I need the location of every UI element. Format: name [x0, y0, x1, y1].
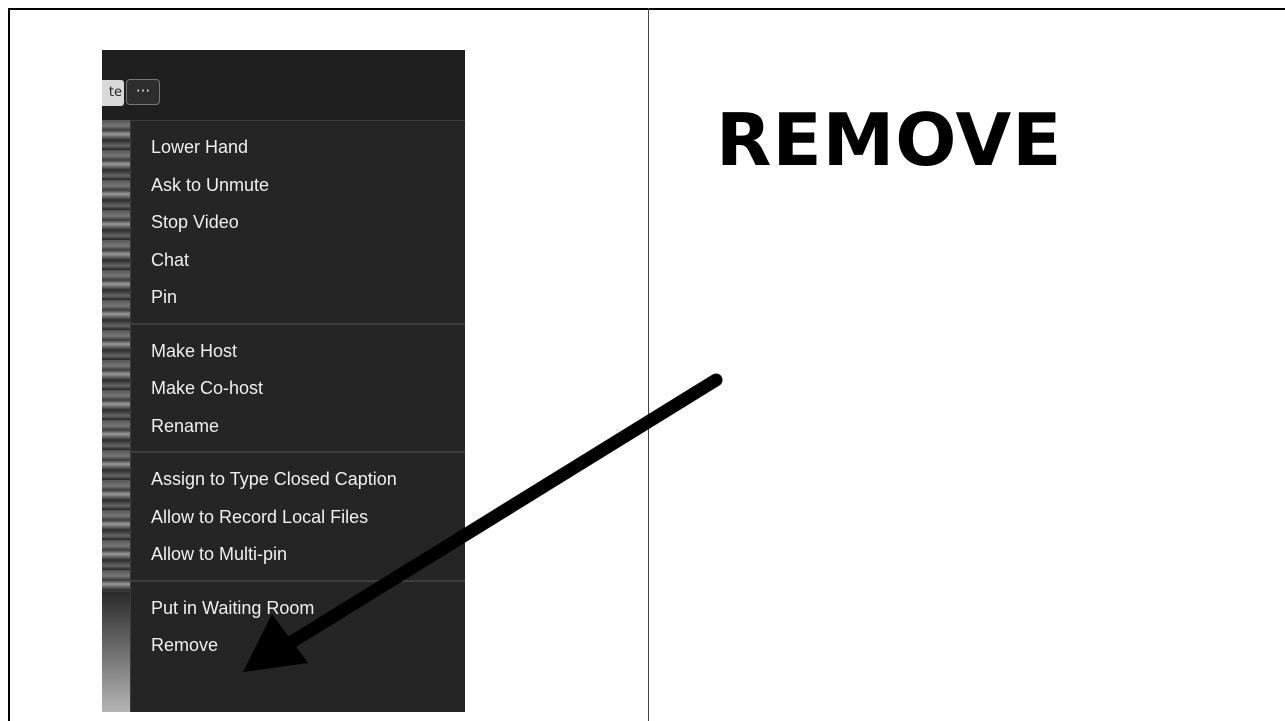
menu-group-general: Lower Hand Ask to Unmute Stop Video Chat… [131, 121, 465, 325]
menu-item-make-co-host[interactable]: Make Co-host [131, 370, 465, 408]
menu-item-remove[interactable]: Remove [131, 627, 465, 665]
bookshelf-video-background [102, 120, 132, 712]
menu-item-chat[interactable]: Chat [131, 242, 465, 280]
menu-item-stop-video[interactable]: Stop Video [131, 204, 465, 242]
menu-item-ask-to-unmute[interactable]: Ask to Unmute [131, 167, 465, 205]
menu-group-removal: Put in Waiting Room Remove [131, 582, 465, 671]
menu-item-put-in-waiting-room[interactable]: Put in Waiting Room [131, 590, 465, 628]
menu-group-roles: Make Host Make Co-host Rename [131, 325, 465, 453]
participant-action-button-partial[interactable]: te [102, 80, 124, 106]
participant-top-bar: te ··· [102, 50, 465, 120]
menu-item-assign-closed-caption[interactable]: Assign to Type Closed Caption [131, 461, 465, 499]
slide-title: REMOVE [716, 98, 1063, 182]
menu-item-pin[interactable]: Pin [131, 279, 465, 317]
column-divider [648, 8, 649, 721]
menu-item-lower-hand[interactable]: Lower Hand [131, 129, 465, 167]
more-options-button[interactable]: ··· [126, 79, 160, 105]
menu-item-rename[interactable]: Rename [131, 408, 465, 446]
menu-item-allow-record-local[interactable]: Allow to Record Local Files [131, 499, 465, 537]
menu-item-make-host[interactable]: Make Host [131, 333, 465, 371]
menu-group-permissions: Assign to Type Closed Caption Allow to R… [131, 453, 465, 582]
menu-item-allow-multi-pin[interactable]: Allow to Multi-pin [131, 536, 465, 574]
zoom-screenshot: te ··· Lower Hand Ask to Unmute Stop Vid… [102, 50, 465, 712]
participant-context-menu: Lower Hand Ask to Unmute Stop Video Chat… [130, 120, 465, 712]
